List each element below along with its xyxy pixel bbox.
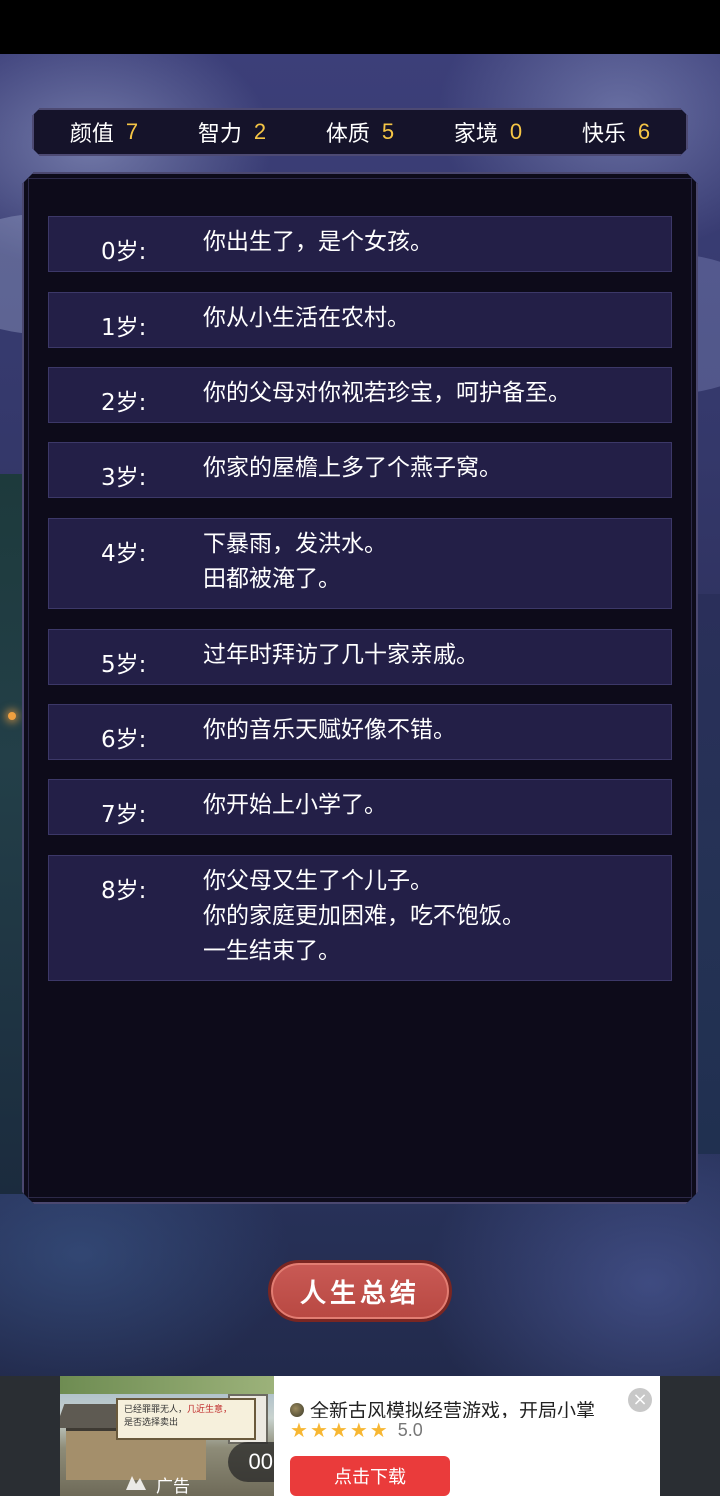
entry-age: 0岁:: [101, 239, 147, 265]
entry-text: 你父母又生了个儿子。 你的家庭更加困难，吃不饱饭。 一生结束了。: [203, 850, 671, 980]
life-summary-button[interactable]: 人生总结: [268, 1260, 452, 1322]
entry-line: 你开始上小学了。: [203, 792, 387, 818]
entry-line: 你的家庭更加困难，吃不饱饭。: [203, 903, 525, 929]
stat-value: 2: [253, 119, 267, 144]
stat-constitution: 体质 5: [326, 116, 394, 148]
entry-line: 你父母又生了个儿子。: [203, 868, 433, 894]
entry-line: 你家的屋檐上多了个燕子窝。: [203, 455, 502, 481]
entry-age: 8岁:: [101, 878, 147, 904]
stat-happiness: 快乐 6: [582, 116, 650, 148]
ad-app-icon: [290, 1403, 304, 1417]
log-entry: 0岁: 你出生了，是个女孩。: [48, 216, 672, 272]
ad-video-thumbnail[interactable]: 已经罪罪无人，几近生意， 是否选择卖出 00:13 广告: [60, 1376, 274, 1496]
stat-family-wealth: 家境 0: [454, 116, 522, 148]
attribute-stats-bar: 颜值 7 智力 2 体质 5 家境 0 快乐 6: [32, 108, 688, 156]
log-entry: 8岁: 你父母又生了个儿子。 你的家庭更加困难，吃不饱饭。 一生结束了。: [48, 855, 672, 981]
entry-line: 过年时拜访了几十家亲戚。: [203, 642, 479, 668]
star-icon: ★: [349, 1418, 368, 1442]
entry-text: 你的音乐天赋好像不错。: [203, 699, 671, 759]
ad-thumb-dialog: 已经罪罪无人，几近生意， 是否选择卖出: [116, 1398, 256, 1440]
close-icon[interactable]: ×: [628, 1388, 652, 1412]
entry-line: 你的音乐天赋好像不错。: [203, 717, 456, 743]
entry-text: 你出生了，是个女孩。: [203, 211, 671, 271]
entry-line: 下暴雨，发洪水。: [203, 531, 387, 557]
ad-rating-value: 5.0: [397, 1419, 423, 1440]
entry-text: 你从小生活在农村。: [203, 287, 671, 347]
star-icon: ★: [369, 1418, 388, 1442]
entry-text: 下暴雨，发洪水。 田都被淹了。: [203, 513, 671, 608]
entry-line: 田都被淹了。: [203, 566, 341, 592]
ad-download-button[interactable]: 点击下载: [290, 1456, 450, 1496]
entry-text: 你家的屋檐上多了个燕子窝。: [203, 437, 671, 497]
stat-value: 0: [509, 119, 523, 144]
star-icon: ★: [290, 1418, 308, 1442]
entry-line: 你的父母对你视若珍宝，呵护备至。: [203, 380, 571, 406]
log-entry: 1岁: 你从小生活在农村。: [48, 292, 672, 348]
entry-age: 1岁:: [101, 315, 147, 341]
status-bar: [0, 0, 720, 54]
log-entry: 5岁: 过年时拜访了几十家亲戚。: [48, 629, 672, 685]
entry-text: 过年时拜访了几十家亲戚。: [203, 624, 671, 684]
ad-title-text: 全新古风模拟经营游戏，开局小掌: [310, 1399, 596, 1419]
star-icon: ★: [309, 1418, 328, 1442]
stat-appearance: 颜值 7: [70, 116, 138, 148]
ad-timer: 00:13: [228, 1442, 274, 1482]
stat-label: 体质: [325, 122, 370, 147]
log-entry: 4岁: 下暴雨，发洪水。 田都被淹了。: [48, 518, 672, 609]
stat-value: 7: [125, 119, 139, 144]
stat-intelligence: 智力 2: [198, 116, 266, 148]
entry-age: 7岁:: [101, 802, 147, 828]
stat-value: 5: [381, 119, 395, 144]
log-entry: 7岁: 你开始上小学了。: [48, 779, 672, 835]
log-entry: 3岁: 你家的屋檐上多了个燕子窝。: [48, 442, 672, 498]
ad-thumb-text: 几近生意，: [187, 1405, 233, 1415]
entry-line: 你从小生活在农村。: [203, 305, 410, 331]
stat-label: 家境: [453, 122, 498, 147]
stat-label: 颜值: [69, 122, 114, 147]
entry-line: 一生结束了。: [203, 938, 341, 964]
ad-thumb-text: 是否选择卖出: [124, 1418, 179, 1428]
stat-value: 6: [637, 119, 651, 144]
ad-thumb-text: 已经罪罪无人，: [124, 1405, 188, 1415]
entry-age: 6岁:: [101, 727, 147, 753]
ad-logo-icon: [126, 1476, 146, 1490]
ad-title[interactable]: 全新古风模拟经营游戏，开局小掌: [290, 1394, 620, 1418]
entry-text: 你开始上小学了。: [203, 774, 671, 834]
entry-age: 5岁:: [101, 652, 147, 678]
log-entry: 2岁: 你的父母对你视若珍宝，呵护备至。: [48, 367, 672, 423]
log-entry: 6岁: 你的音乐天赋好像不错。: [48, 704, 672, 760]
entry-text: 你的父母对你视若珍宝，呵护备至。: [203, 362, 671, 422]
ad-rating-stars: ★ ★ ★ ★ ★ 5.0: [290, 1418, 423, 1442]
entry-age: 3岁:: [101, 465, 147, 491]
star-icon: ★: [329, 1418, 348, 1442]
entry-age: 2岁:: [101, 390, 147, 416]
ad-label: 广告: [156, 1477, 190, 1496]
stat-label: 快乐: [581, 122, 626, 147]
entry-line: 你出生了，是个女孩。: [203, 229, 433, 255]
stat-label: 智力: [197, 122, 242, 147]
entry-age: 4岁:: [101, 541, 147, 567]
